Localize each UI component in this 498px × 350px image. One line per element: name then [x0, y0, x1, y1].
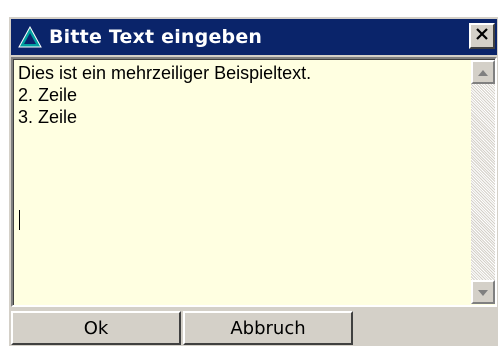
text-editor-frame: Dies ist ein mehrzeiliger Beispieltext. … — [11, 57, 497, 307]
scroll-down-button[interactable] — [471, 280, 495, 304]
title-bar[interactable]: Bitte Text eingeben — [11, 19, 497, 55]
triangle-icon — [17, 24, 43, 50]
text-input[interactable]: Dies ist ein mehrzeiliger Beispieltext. … — [18, 62, 458, 302]
scroll-up-button[interactable] — [471, 60, 495, 84]
dialog-title: Bitte Text eingeben — [49, 26, 263, 48]
cancel-button[interactable]: Abbruch — [183, 311, 353, 345]
arrow-down-icon — [478, 283, 488, 301]
text-editor-inner: Dies ist ein mehrzeiliger Beispieltext. … — [13, 59, 495, 305]
vertical-scrollbar[interactable] — [471, 60, 495, 304]
text-caret — [19, 210, 20, 230]
close-icon — [475, 27, 489, 45]
arrow-up-icon — [478, 63, 488, 81]
input-dialog: Bitte Text eingeben Dies ist ein mehrzei… — [8, 16, 498, 346]
ok-button[interactable]: Ok — [11, 311, 181, 345]
button-bar: Ok Abbruch — [9, 309, 498, 347]
close-button[interactable] — [469, 23, 495, 49]
